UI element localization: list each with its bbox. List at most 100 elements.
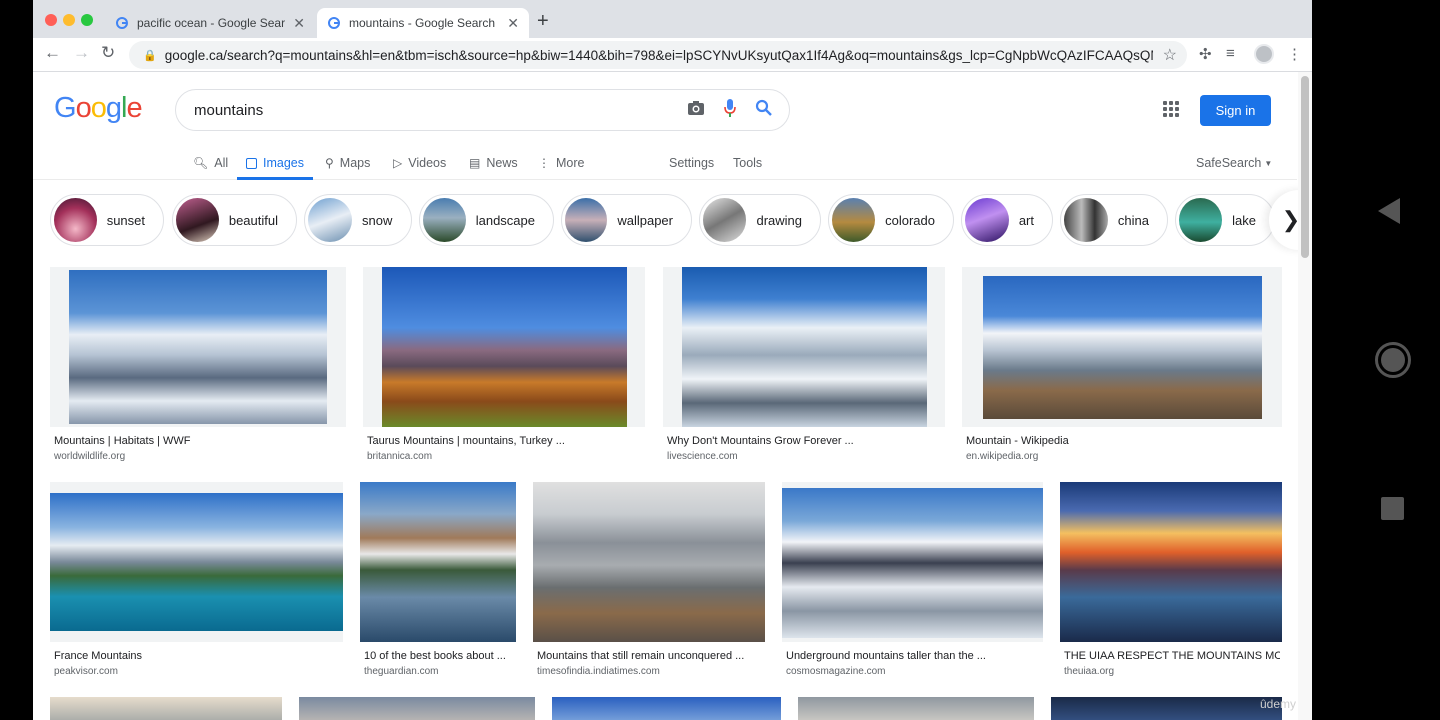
image-result-partial[interactable]	[798, 697, 1034, 720]
result-source[interactable]: en.wikipedia.org	[966, 451, 1038, 462]
result-title[interactable]: 10 of the best books about ...	[364, 650, 514, 662]
related-chip-art[interactable]: art	[961, 194, 1053, 246]
result-image[interactable]	[533, 482, 765, 642]
related-chip-lake[interactable]: lake	[1175, 194, 1275, 246]
maximize-window-button[interactable]	[81, 14, 93, 26]
image-result-partial[interactable]	[1051, 697, 1282, 720]
image-result[interactable]: Mountains | Habitats | WWF worldwildlife…	[50, 267, 346, 467]
chip-label: wallpaper	[617, 212, 673, 228]
result-title[interactable]: Mountains that still remain unconquered …	[537, 650, 763, 662]
chip-label: snow	[362, 212, 393, 228]
result-image[interactable]	[363, 267, 645, 427]
result-title[interactable]: Underground mountains taller than the ..…	[786, 650, 1041, 662]
result-source[interactable]: peakvisor.com	[54, 666, 118, 677]
bookmark-star-icon[interactable]: ☆	[1153, 45, 1187, 65]
tab-maps[interactable]: ⚲ Maps	[325, 152, 370, 174]
image-result[interactable]: Underground mountains taller than the ..…	[782, 482, 1043, 682]
result-image[interactable]	[962, 267, 1282, 427]
result-image[interactable]	[663, 267, 945, 427]
tab-news[interactable]: ▤ News	[469, 152, 518, 174]
tab-images[interactable]: Images	[246, 152, 304, 174]
image-result[interactable]: Why Don't Mountains Grow Forever ... liv…	[663, 267, 945, 467]
scrollbar-thumb[interactable]	[1301, 76, 1309, 258]
result-source[interactable]: livescience.com	[667, 451, 738, 462]
map-pin-icon: ⚲	[325, 156, 334, 170]
result-image[interactable]	[50, 267, 346, 427]
result-image[interactable]	[782, 482, 1043, 642]
google-logo[interactable]: Google	[54, 92, 143, 125]
related-chip-sunset[interactable]: sunset	[50, 194, 164, 246]
result-image[interactable]	[360, 482, 516, 642]
image-result[interactable]: France Mountains peakvisor.com	[50, 482, 343, 682]
browser-tab-pacific-ocean[interactable]: pacific ocean - Google Search ✕	[105, 8, 315, 38]
reload-icon[interactable]: ↻	[101, 43, 115, 63]
result-image[interactable]	[50, 697, 282, 720]
related-chip-beautiful[interactable]: beautiful	[172, 194, 297, 246]
image-result-partial[interactable]	[50, 697, 282, 720]
tools-link[interactable]: Tools	[733, 152, 762, 174]
related-chip-landscape[interactable]: landscape	[419, 194, 554, 246]
extensions-puzzle-icon[interactable]: ✣	[1199, 45, 1212, 63]
image-result[interactable]: Mountains that still remain unconquered …	[533, 482, 765, 682]
related-chip-drawing[interactable]: drawing	[699, 194, 821, 246]
chip-thumbnail	[1064, 198, 1108, 242]
result-image[interactable]	[299, 697, 535, 720]
google-apps-icon[interactable]	[1163, 101, 1179, 117]
safesearch-dropdown[interactable]: SafeSearch ▼	[1196, 152, 1272, 174]
close-tab-icon[interactable]: ✕	[507, 15, 519, 32]
result-image[interactable]	[1060, 482, 1282, 642]
result-title[interactable]: Mountain - Wikipedia	[966, 435, 1280, 447]
tab-videos[interactable]: ▷ Videos	[393, 152, 446, 174]
image-result[interactable]: THE UIAA RESPECT THE MOUNTAINS MO... the…	[1060, 482, 1282, 682]
result-image[interactable]	[1051, 697, 1282, 720]
result-image[interactable]	[552, 697, 781, 720]
result-source[interactable]: theguardian.com	[364, 666, 439, 677]
image-result[interactable]: Taurus Mountains | mountains, Turkey ...…	[363, 267, 645, 467]
result-image[interactable]	[798, 697, 1034, 720]
result-source[interactable]: timesofindia.indiatimes.com	[537, 666, 660, 677]
search-icon[interactable]	[747, 99, 781, 122]
android-back-icon[interactable]	[1378, 198, 1400, 224]
tab-label: Videos	[408, 156, 447, 170]
search-input[interactable]: mountains	[175, 89, 790, 131]
related-chip-wallpaper[interactable]: wallpaper	[561, 194, 692, 246]
image-result-partial[interactable]	[299, 697, 535, 720]
result-source[interactable]: worldwildlife.org	[54, 451, 125, 462]
vertical-scrollbar[interactable]	[1298, 72, 1312, 720]
microphone-icon[interactable]	[713, 98, 747, 122]
close-window-button[interactable]	[45, 14, 57, 26]
new-tab-button[interactable]: +	[537, 10, 549, 33]
result-source[interactable]: britannica.com	[367, 451, 432, 462]
image-result[interactable]: 10 of the best books about ... theguardi…	[360, 482, 516, 682]
result-title[interactable]: THE UIAA RESPECT THE MOUNTAINS MO...	[1064, 650, 1280, 662]
close-tab-icon[interactable]: ✕	[293, 15, 305, 32]
related-chip-snow[interactable]: snow	[304, 194, 412, 246]
image-result-partial[interactable]	[552, 697, 781, 720]
result-title[interactable]: Mountains | Habitats | WWF	[54, 435, 344, 447]
result-title[interactable]: Why Don't Mountains Grow Forever ...	[667, 435, 943, 447]
android-home-icon[interactable]	[1375, 342, 1411, 378]
result-title[interactable]: Taurus Mountains | mountains, Turkey ...	[367, 435, 643, 447]
browser-tab-mountains[interactable]: mountains - Google Search ✕	[317, 8, 529, 38]
camera-search-icon[interactable]	[679, 100, 713, 121]
media-control-icon[interactable]: ≡	[1226, 45, 1235, 62]
result-image[interactable]	[50, 482, 343, 642]
back-arrow-icon[interactable]: ←	[44, 43, 61, 63]
profile-avatar[interactable]	[1254, 44, 1274, 64]
tab-all[interactable]: 🔍︎ All	[193, 152, 228, 174]
address-bar[interactable]: 🔒 google.ca/search?q=mountains&hl=en&tbm…	[129, 41, 1187, 69]
result-title[interactable]: France Mountains	[54, 650, 341, 662]
chrome-menu-icon[interactable]: ⋮	[1287, 45, 1302, 63]
related-chip-china[interactable]: china	[1060, 194, 1168, 246]
result-source[interactable]: theuiaa.org	[1064, 666, 1114, 677]
sign-in-button[interactable]: Sign in	[1200, 95, 1271, 126]
settings-link[interactable]: Settings	[669, 152, 714, 174]
tab-more[interactable]: ⋮ More	[538, 152, 584, 174]
related-chip-colorado[interactable]: colorado	[828, 194, 954, 246]
minimize-window-button[interactable]	[63, 14, 75, 26]
android-recents-icon[interactable]	[1381, 497, 1404, 520]
tab-strip: pacific ocean - Google Search ✕ mountain…	[33, 0, 1312, 38]
image-result[interactable]: Mountain - Wikipedia en.wikipedia.org	[962, 267, 1282, 467]
forward-arrow-icon[interactable]: →	[73, 43, 90, 63]
result-source[interactable]: cosmosmagazine.com	[786, 666, 885, 677]
